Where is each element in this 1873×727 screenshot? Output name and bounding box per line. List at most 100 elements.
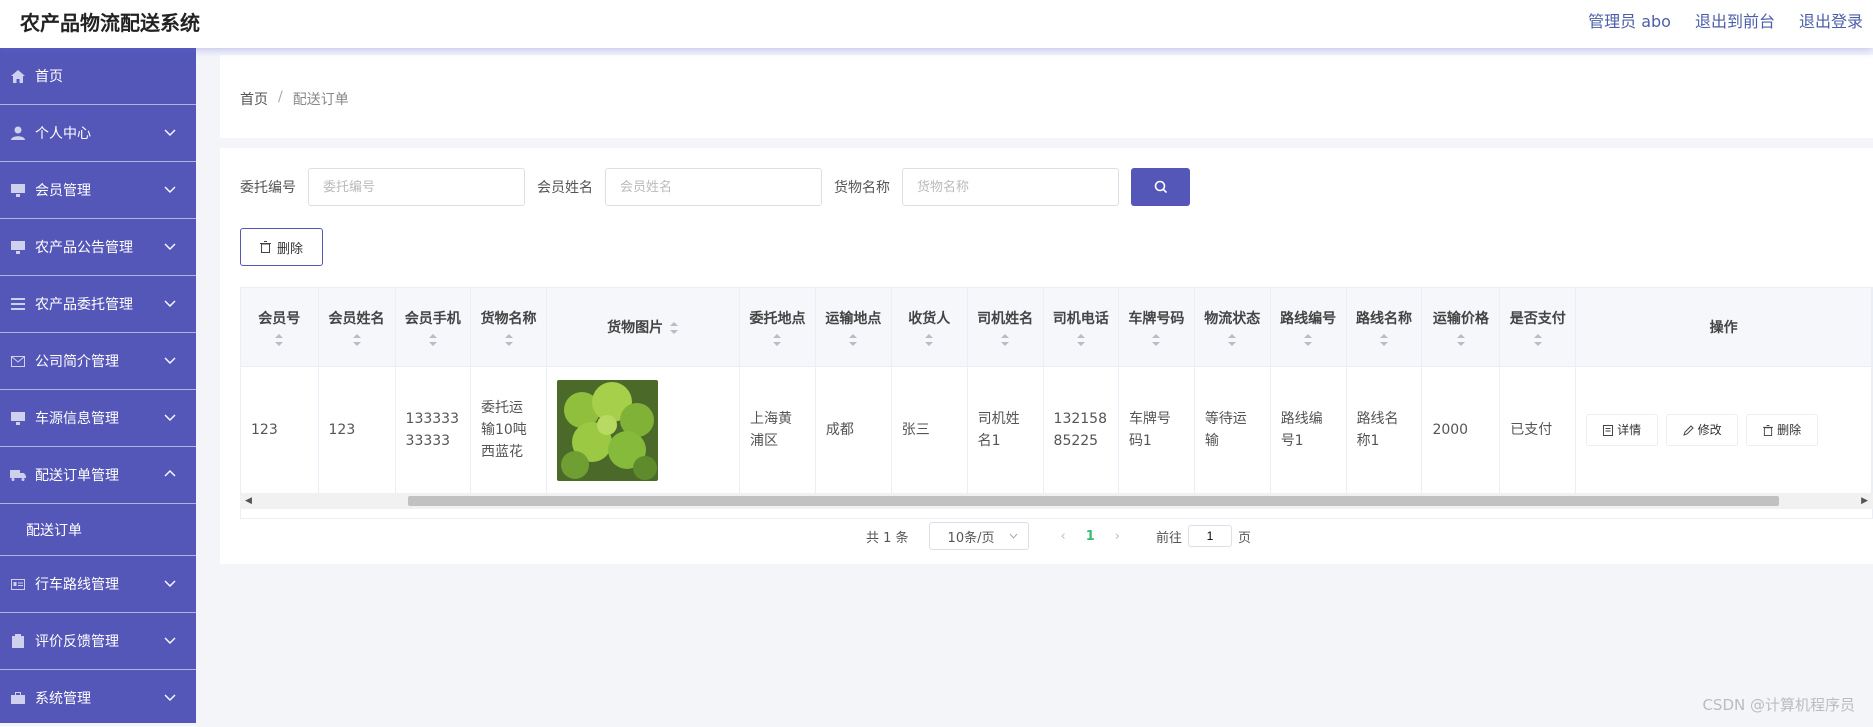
column-header-member-phone[interactable]: 会员手机 <box>395 288 470 366</box>
monitor-icon <box>10 182 26 198</box>
entrust-no-input[interactable] <box>308 168 525 206</box>
sort-icon[interactable] <box>1379 334 1389 346</box>
column-header-transport-price[interactable]: 运输价格 <box>1422 288 1500 366</box>
sidebar-item-label: 首页 <box>35 66 63 86</box>
column-header-logistics-status[interactable]: 物流状态 <box>1194 288 1270 366</box>
delete-button[interactable]: 删除 <box>240 228 323 266</box>
column-header-goods-image[interactable]: 货物图片 <box>547 288 740 366</box>
cell-goods-image <box>547 366 740 494</box>
sort-icon[interactable] <box>669 322 679 334</box>
column-header-driver-name[interactable]: 司机姓名 <box>967 288 1043 366</box>
trash-icon <box>1763 425 1773 436</box>
chevron-down-icon <box>164 127 176 137</box>
logout-link[interactable]: 退出登录 <box>1799 8 1863 32</box>
chevron-down-icon <box>164 241 176 251</box>
column-header-member-name[interactable]: 会员姓名 <box>318 288 395 366</box>
search-button[interactable] <box>1131 168 1190 206</box>
sort-icon[interactable] <box>1076 334 1086 346</box>
monitor-icon <box>10 239 26 255</box>
edit-button-label: 修改 <box>1698 419 1722 441</box>
sort-icon[interactable] <box>1151 334 1161 346</box>
sort-icon[interactable] <box>1533 334 1543 346</box>
sidebar-item-personal-center[interactable]: 个人中心 <box>0 105 196 162</box>
sidebar-item-order-mgmt[interactable]: 配送订单管理 <box>0 447 196 504</box>
column-header-route-name[interactable]: 路线名称 <box>1346 288 1422 366</box>
top-links: 管理员 abo 退出到前台 退出登录 <box>1588 8 1863 32</box>
column-header-transport-location[interactable]: 运输地点 <box>815 288 891 366</box>
row-delete-button[interactable]: 删除 <box>1746 414 1818 446</box>
next-page-icon[interactable]: › <box>1115 529 1120 544</box>
sidebar-item-label: 车源信息管理 <box>35 408 119 428</box>
scrollbar-thumb[interactable] <box>408 496 1779 506</box>
sort-icon[interactable] <box>504 334 514 346</box>
chevron-down-icon <box>164 635 176 645</box>
scroll-right-arrow-icon[interactable]: ▶ <box>1861 496 1868 506</box>
sort-icon[interactable] <box>1000 334 1010 346</box>
cell-goods-name: 委托运输10吨西蓝花 <box>470 366 546 494</box>
member-name-input[interactable] <box>605 168 822 206</box>
id-card-icon <box>10 576 26 592</box>
edit-icon <box>1683 425 1694 436</box>
sidebar-item-route-mgmt[interactable]: 行车路线管理 <box>0 556 196 613</box>
sort-icon[interactable] <box>428 334 438 346</box>
page-size-select[interactable]: 10条/页 <box>929 522 1029 550</box>
sort-icon[interactable] <box>1303 334 1313 346</box>
column-header-paid[interactable]: 是否支付 <box>1500 288 1576 366</box>
sidebar-item-home[interactable]: 首页 <box>0 48 196 105</box>
sidebar-item-member-mgmt[interactable]: 会员管理 <box>0 162 196 219</box>
column-header-goods-name[interactable]: 货物名称 <box>470 288 546 366</box>
trash-icon <box>260 241 271 253</box>
exit-to-frontend-link[interactable]: 退出到前台 <box>1695 8 1775 32</box>
sidebar-item-label: 系统管理 <box>35 688 91 708</box>
scroll-left-arrow-icon[interactable]: ◀ <box>245 496 252 506</box>
column-header-member-no[interactable]: 会员号 <box>241 288 318 366</box>
column-header-driver-phone[interactable]: 司机电话 <box>1043 288 1118 366</box>
cell-paid: 已支付 <box>1500 366 1576 494</box>
sort-icon[interactable] <box>924 334 934 346</box>
breadcrumb-home[interactable]: 首页 <box>240 89 268 109</box>
detail-button-label: 详情 <box>1617 419 1641 441</box>
sort-icon[interactable] <box>1227 334 1237 346</box>
detail-button[interactable]: 详情 <box>1586 414 1658 446</box>
user-icon <box>10 125 26 141</box>
sidebar-item-label: 农产品委托管理 <box>35 294 133 314</box>
cell-receiver: 张三 <box>891 366 967 494</box>
sort-icon[interactable] <box>274 334 284 346</box>
sort-icon[interactable] <box>1456 334 1466 346</box>
page-number[interactable]: 1 <box>1086 529 1095 544</box>
sidebar-subitem-delivery-order[interactable]: 配送订单 <box>0 504 196 556</box>
cell-driver-phone: 13215885225 <box>1043 366 1118 494</box>
edit-button[interactable]: 修改 <box>1666 414 1738 446</box>
breadcrumb: 首页 / 配送订单 <box>240 89 349 109</box>
broccoli-image[interactable] <box>557 380 658 481</box>
sidebar-item-feedback-mgmt[interactable]: 评价反馈管理 <box>0 613 196 670</box>
main-content-card: 委托编号 会员姓名 货物名称 删除 会员号 会员姓名 会员手机 货物名称 货物图… <box>220 148 1873 564</box>
sidebar-item-system-mgmt[interactable]: 系统管理 <box>0 670 196 727</box>
sidebar-item-announcement-mgmt[interactable]: 农产品公告管理 <box>0 219 196 276</box>
sort-icon[interactable] <box>848 334 858 346</box>
column-header-entrust-location[interactable]: 委托地点 <box>740 288 816 366</box>
column-header-route-no[interactable]: 路线编号 <box>1270 288 1346 366</box>
admin-user-link[interactable]: 管理员 abo <box>1588 8 1671 32</box>
sidebar-item-label: 配送订单管理 <box>35 465 119 485</box>
sidebar-item-entrust-mgmt[interactable]: 农产品委托管理 <box>0 276 196 333</box>
sort-icon[interactable] <box>352 334 362 346</box>
sort-icon[interactable] <box>772 334 782 346</box>
goods-name-input[interactable] <box>902 168 1119 206</box>
breadcrumb-card: 首页 / 配送订单 <box>220 55 1873 138</box>
prev-page-icon[interactable]: ‹ <box>1061 529 1066 544</box>
orders-table: 会员号 会员姓名 会员手机 货物名称 货物图片 委托地点 运输地点 收货人 司机… <box>240 287 1873 519</box>
chevron-down-icon <box>164 298 176 308</box>
monitor-icon <box>10 410 26 426</box>
sidebar-item-label: 评价反馈管理 <box>35 631 119 651</box>
sidebar-item-company-mgmt[interactable]: 公司简介管理 <box>0 333 196 390</box>
column-header-plate-no[interactable]: 车牌号码 <box>1118 288 1194 366</box>
entrust-no-label: 委托编号 <box>240 177 296 197</box>
horizontal-scrollbar[interactable]: ◀ ▶ <box>240 493 1873 509</box>
sidebar-item-vehicle-mgmt[interactable]: 车源信息管理 <box>0 390 196 447</box>
cell-member-phone: 13333333333 <box>395 366 470 494</box>
cell-driver-name: 司机姓名1 <box>967 366 1043 494</box>
column-header-receiver[interactable]: 收货人 <box>891 288 967 366</box>
search-bar: 委托编号 会员姓名 货物名称 <box>240 168 1190 206</box>
goto-page-input[interactable] <box>1188 525 1232 547</box>
